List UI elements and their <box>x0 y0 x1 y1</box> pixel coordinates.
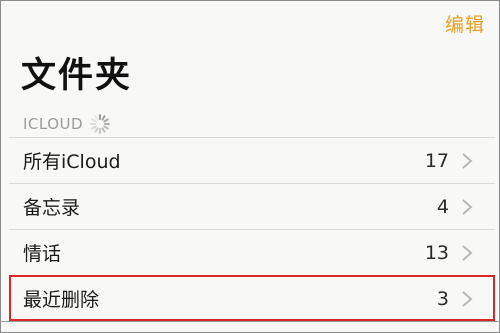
chevron-right-icon <box>462 199 473 215</box>
chevron-right-icon <box>462 245 473 261</box>
loading-spinner-icon <box>89 113 111 135</box>
chevron-right-icon <box>462 291 473 307</box>
folder-label: 情话 <box>23 243 62 265</box>
divider <box>1 321 500 322</box>
folder-count: 17 <box>424 149 449 172</box>
folder-label: 最近删除 <box>23 289 100 311</box>
section-header-icloud: ICLOUD <box>23 113 111 135</box>
folder-row-notes[interactable]: 备忘录 4 <box>9 183 495 229</box>
folder-count: 13 <box>424 241 449 264</box>
notes-folder-screen: 编辑 文件夹 ICLOUD 所有iCloud 17 备忘录 4 情话 13 最近… <box>0 0 500 333</box>
folder-label: 所有iCloud <box>23 151 121 173</box>
folder-row-recently-deleted[interactable]: 最近删除 3 <box>9 275 495 321</box>
page-title: 文件夹 <box>21 56 133 96</box>
folder-label: 备忘录 <box>23 197 81 219</box>
folder-row-all-icloud[interactable]: 所有iCloud 17 <box>9 137 495 183</box>
section-label: ICLOUD <box>23 115 84 133</box>
folder-count: 4 <box>436 195 449 218</box>
folder-count: 3 <box>436 287 449 310</box>
folder-list: 所有iCloud 17 备忘录 4 情话 13 最近删除 3 <box>9 137 495 321</box>
chevron-right-icon <box>462 153 473 169</box>
folder-row-love-words[interactable]: 情话 13 <box>9 229 495 275</box>
edit-button[interactable]: 编辑 <box>445 10 485 37</box>
